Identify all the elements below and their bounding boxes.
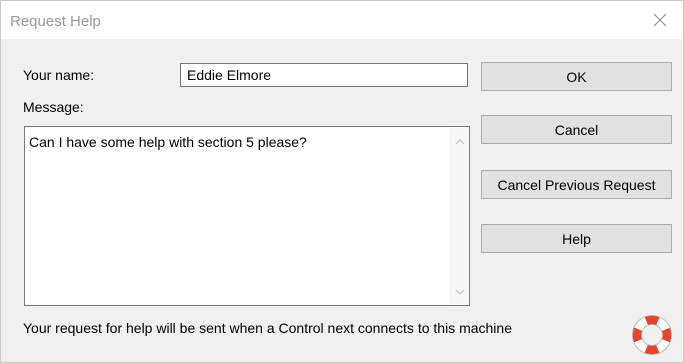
window-title: Request Help [10, 13, 101, 30]
lifebuoy-icon [632, 315, 672, 355]
name-input[interactable] [180, 63, 468, 87]
message-textarea[interactable]: Can I have some help with section 5 plea… [24, 126, 470, 306]
message-label: Message: [23, 99, 84, 115]
cancel-previous-request-button[interactable]: Cancel Previous Request [481, 170, 672, 199]
title-bar[interactable]: Request Help [1, 1, 683, 39]
close-icon [653, 13, 667, 27]
cancel-button[interactable]: Cancel [481, 115, 672, 144]
close-button[interactable] [637, 1, 683, 39]
help-button[interactable]: Help [481, 224, 672, 253]
name-label: Your name: [23, 67, 95, 83]
scroll-up-icon[interactable] [455, 137, 465, 147]
message-text: Can I have some help with section 5 plea… [29, 134, 307, 150]
scroll-down-icon[interactable] [455, 287, 465, 297]
footer-info-text: Your request for help will be sent when … [23, 320, 512, 336]
request-help-dialog: Request Help Your name: Message: Can I h… [0, 0, 684, 363]
ok-button[interactable]: OK [481, 62, 672, 91]
message-scrollbar[interactable] [450, 127, 469, 305]
